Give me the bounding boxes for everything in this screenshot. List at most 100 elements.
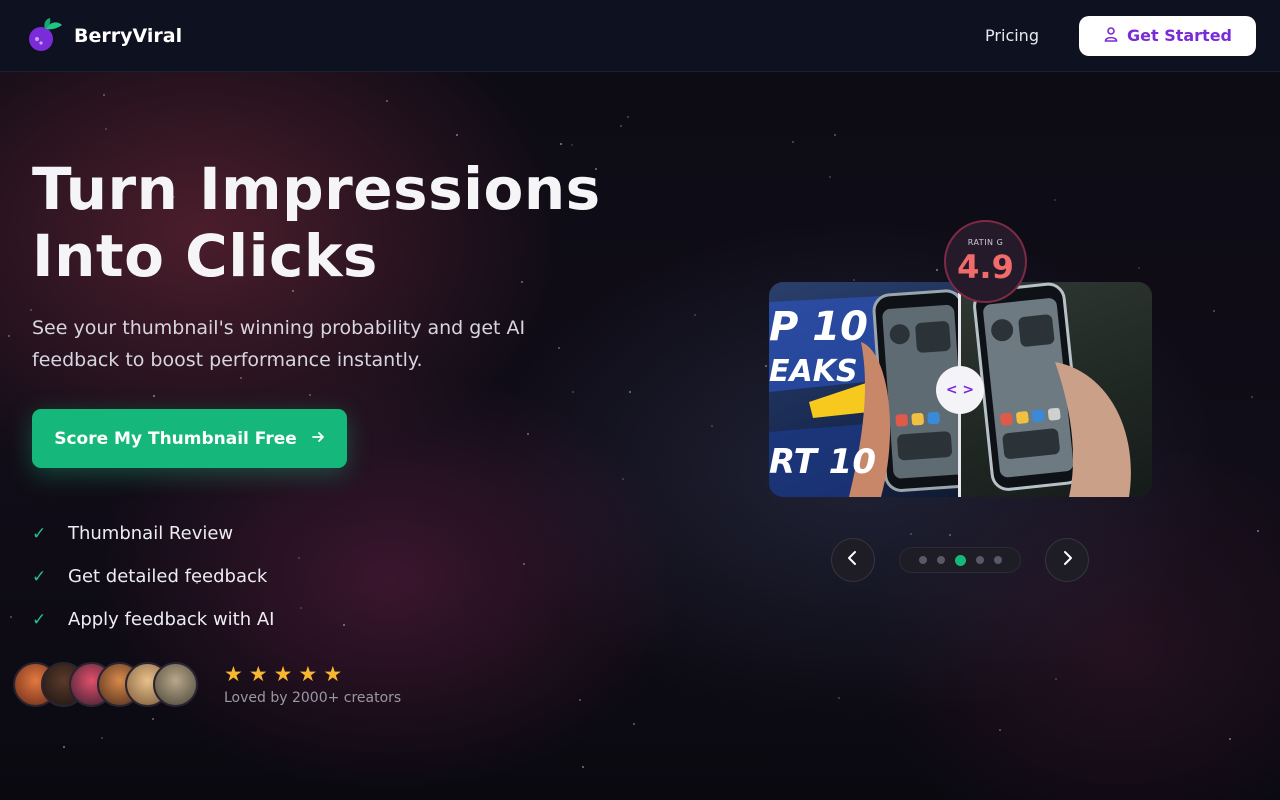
- thumbnail-text-top: P 10: [769, 304, 868, 350]
- rating-label: RATIN G: [967, 238, 1004, 247]
- check-icon: ✓: [32, 523, 47, 544]
- background-star: [560, 143, 562, 145]
- background-star: [1138, 267, 1140, 269]
- background-star: [523, 563, 525, 565]
- carousel-next-button[interactable]: [1045, 538, 1089, 582]
- feature-item: ✓ Apply feedback with AI: [32, 598, 274, 641]
- background-star: [152, 718, 154, 720]
- background-star: [711, 425, 713, 427]
- background-star: [622, 478, 624, 480]
- check-icon: ✓: [32, 609, 47, 630]
- arrow-right-icon: [311, 429, 325, 449]
- background-star: [343, 624, 345, 626]
- carousel-dot[interactable]: [975, 556, 984, 564]
- hero-subtitle: See your thumbnail's winning probability…: [32, 317, 526, 371]
- background-star: [572, 391, 574, 393]
- star-icon: ★: [224, 661, 243, 686]
- background-star: [910, 533, 912, 535]
- compare-slider-handle[interactable]: < >: [936, 366, 984, 414]
- get-started-button[interactable]: Get Started: [1078, 15, 1256, 56]
- feature-item: ✓ Thumbnail Review: [32, 512, 274, 555]
- background-star: [527, 433, 529, 435]
- background-star: [620, 125, 622, 127]
- background-star: [103, 94, 105, 96]
- get-started-label: Get Started: [1126, 26, 1232, 45]
- background-star: [1055, 678, 1057, 680]
- background-star: [456, 134, 458, 136]
- berry-logo-icon: [26, 17, 64, 55]
- score-thumbnail-button[interactable]: Score My Thumbnail Free: [32, 409, 347, 468]
- background-star: [765, 365, 767, 367]
- background-star: [571, 144, 573, 146]
- avatar-stack: [13, 662, 198, 707]
- feature-label: Apply feedback with AI: [68, 609, 275, 630]
- background-star: [834, 134, 836, 136]
- feature-list: ✓ Thumbnail Review ✓ Get detailed feedba…: [32, 512, 274, 641]
- check-icon: ✓: [32, 566, 47, 587]
- top-nav: BerryViral Pricing Get Started: [0, 0, 1280, 72]
- brand[interactable]: BerryViral: [26, 17, 182, 55]
- thumbnail-before: P 10 EAKS RT 10: [769, 282, 959, 497]
- background-star: [240, 377, 242, 379]
- feature-label: Get detailed feedback: [68, 566, 268, 587]
- feature-item: ✓ Get detailed feedback: [32, 555, 274, 598]
- background-star: [838, 697, 840, 699]
- hero-title: Turn Impressions Into Clicks: [32, 156, 652, 290]
- avatar: [153, 662, 198, 707]
- feature-label: Thumbnail Review: [68, 523, 234, 544]
- star-icon: ★: [323, 661, 343, 686]
- carousel-dot[interactable]: [993, 556, 1002, 564]
- background-star: [292, 290, 294, 292]
- chevron-right-icon: [1060, 550, 1074, 570]
- background-star: [300, 607, 302, 609]
- user-icon: [1103, 26, 1119, 46]
- loved-by-text: Loved by 2000+ creators: [224, 689, 402, 706]
- background-star: [949, 534, 951, 536]
- background-star: [153, 395, 155, 397]
- brand-name: BerryViral: [74, 24, 183, 47]
- background-star: [694, 314, 696, 316]
- thumbnail-after: [959, 282, 1152, 497]
- carousel-dot-active[interactable]: [954, 554, 966, 566]
- background-star: [579, 699, 581, 701]
- rating-value: 4.9: [957, 248, 1014, 286]
- social-proof: ★ ★ ★ ★ ★ Loved by 2000+ creators: [13, 662, 401, 707]
- background-star: [629, 391, 631, 393]
- background-star: [386, 100, 388, 102]
- star-rating: ★ ★ ★ ★ ★: [224, 661, 401, 686]
- background-star: [792, 141, 794, 143]
- background-star: [105, 128, 107, 130]
- carousel-dot[interactable]: [936, 556, 945, 564]
- chevron-left-icon: [846, 550, 860, 570]
- background-star: [1213, 310, 1215, 312]
- thumbnail-text-bottom: RT 10: [769, 442, 876, 482]
- background-star: [10, 616, 12, 618]
- background-star: [853, 279, 855, 281]
- background-star: [582, 766, 584, 768]
- background-star: [1229, 738, 1231, 740]
- background-star: [309, 394, 311, 396]
- carousel-prev-button[interactable]: [831, 538, 875, 582]
- background-star: [298, 557, 300, 559]
- background-star: [8, 335, 10, 337]
- background-star: [936, 269, 938, 271]
- background-star: [999, 729, 1001, 731]
- pricing-link[interactable]: Pricing: [985, 26, 1039, 45]
- background-star: [1251, 396, 1253, 398]
- star-icon: ★: [298, 661, 318, 686]
- rating-block: ★ ★ ★ ★ ★ Loved by 2000+ creators: [224, 661, 402, 706]
- carousel-dot[interactable]: [918, 556, 927, 564]
- background-star: [627, 116, 629, 118]
- score-thumbnail-label: Score My Thumbnail Free: [54, 428, 297, 449]
- nav-links: Pricing Get Started: [985, 15, 1256, 56]
- background-star: [101, 737, 103, 739]
- thumbnail-text-mid: EAKS: [769, 354, 858, 389]
- hero-title-line-1: Turn Impressions: [32, 155, 601, 223]
- background-star: [30, 309, 32, 311]
- background-star: [1257, 530, 1259, 532]
- background-star: [1054, 199, 1056, 201]
- background-star: [63, 746, 65, 748]
- star-icon: ★: [273, 661, 293, 686]
- carousel-dots: [899, 547, 1021, 573]
- hero-title-line-2: Into Clicks: [32, 222, 378, 290]
